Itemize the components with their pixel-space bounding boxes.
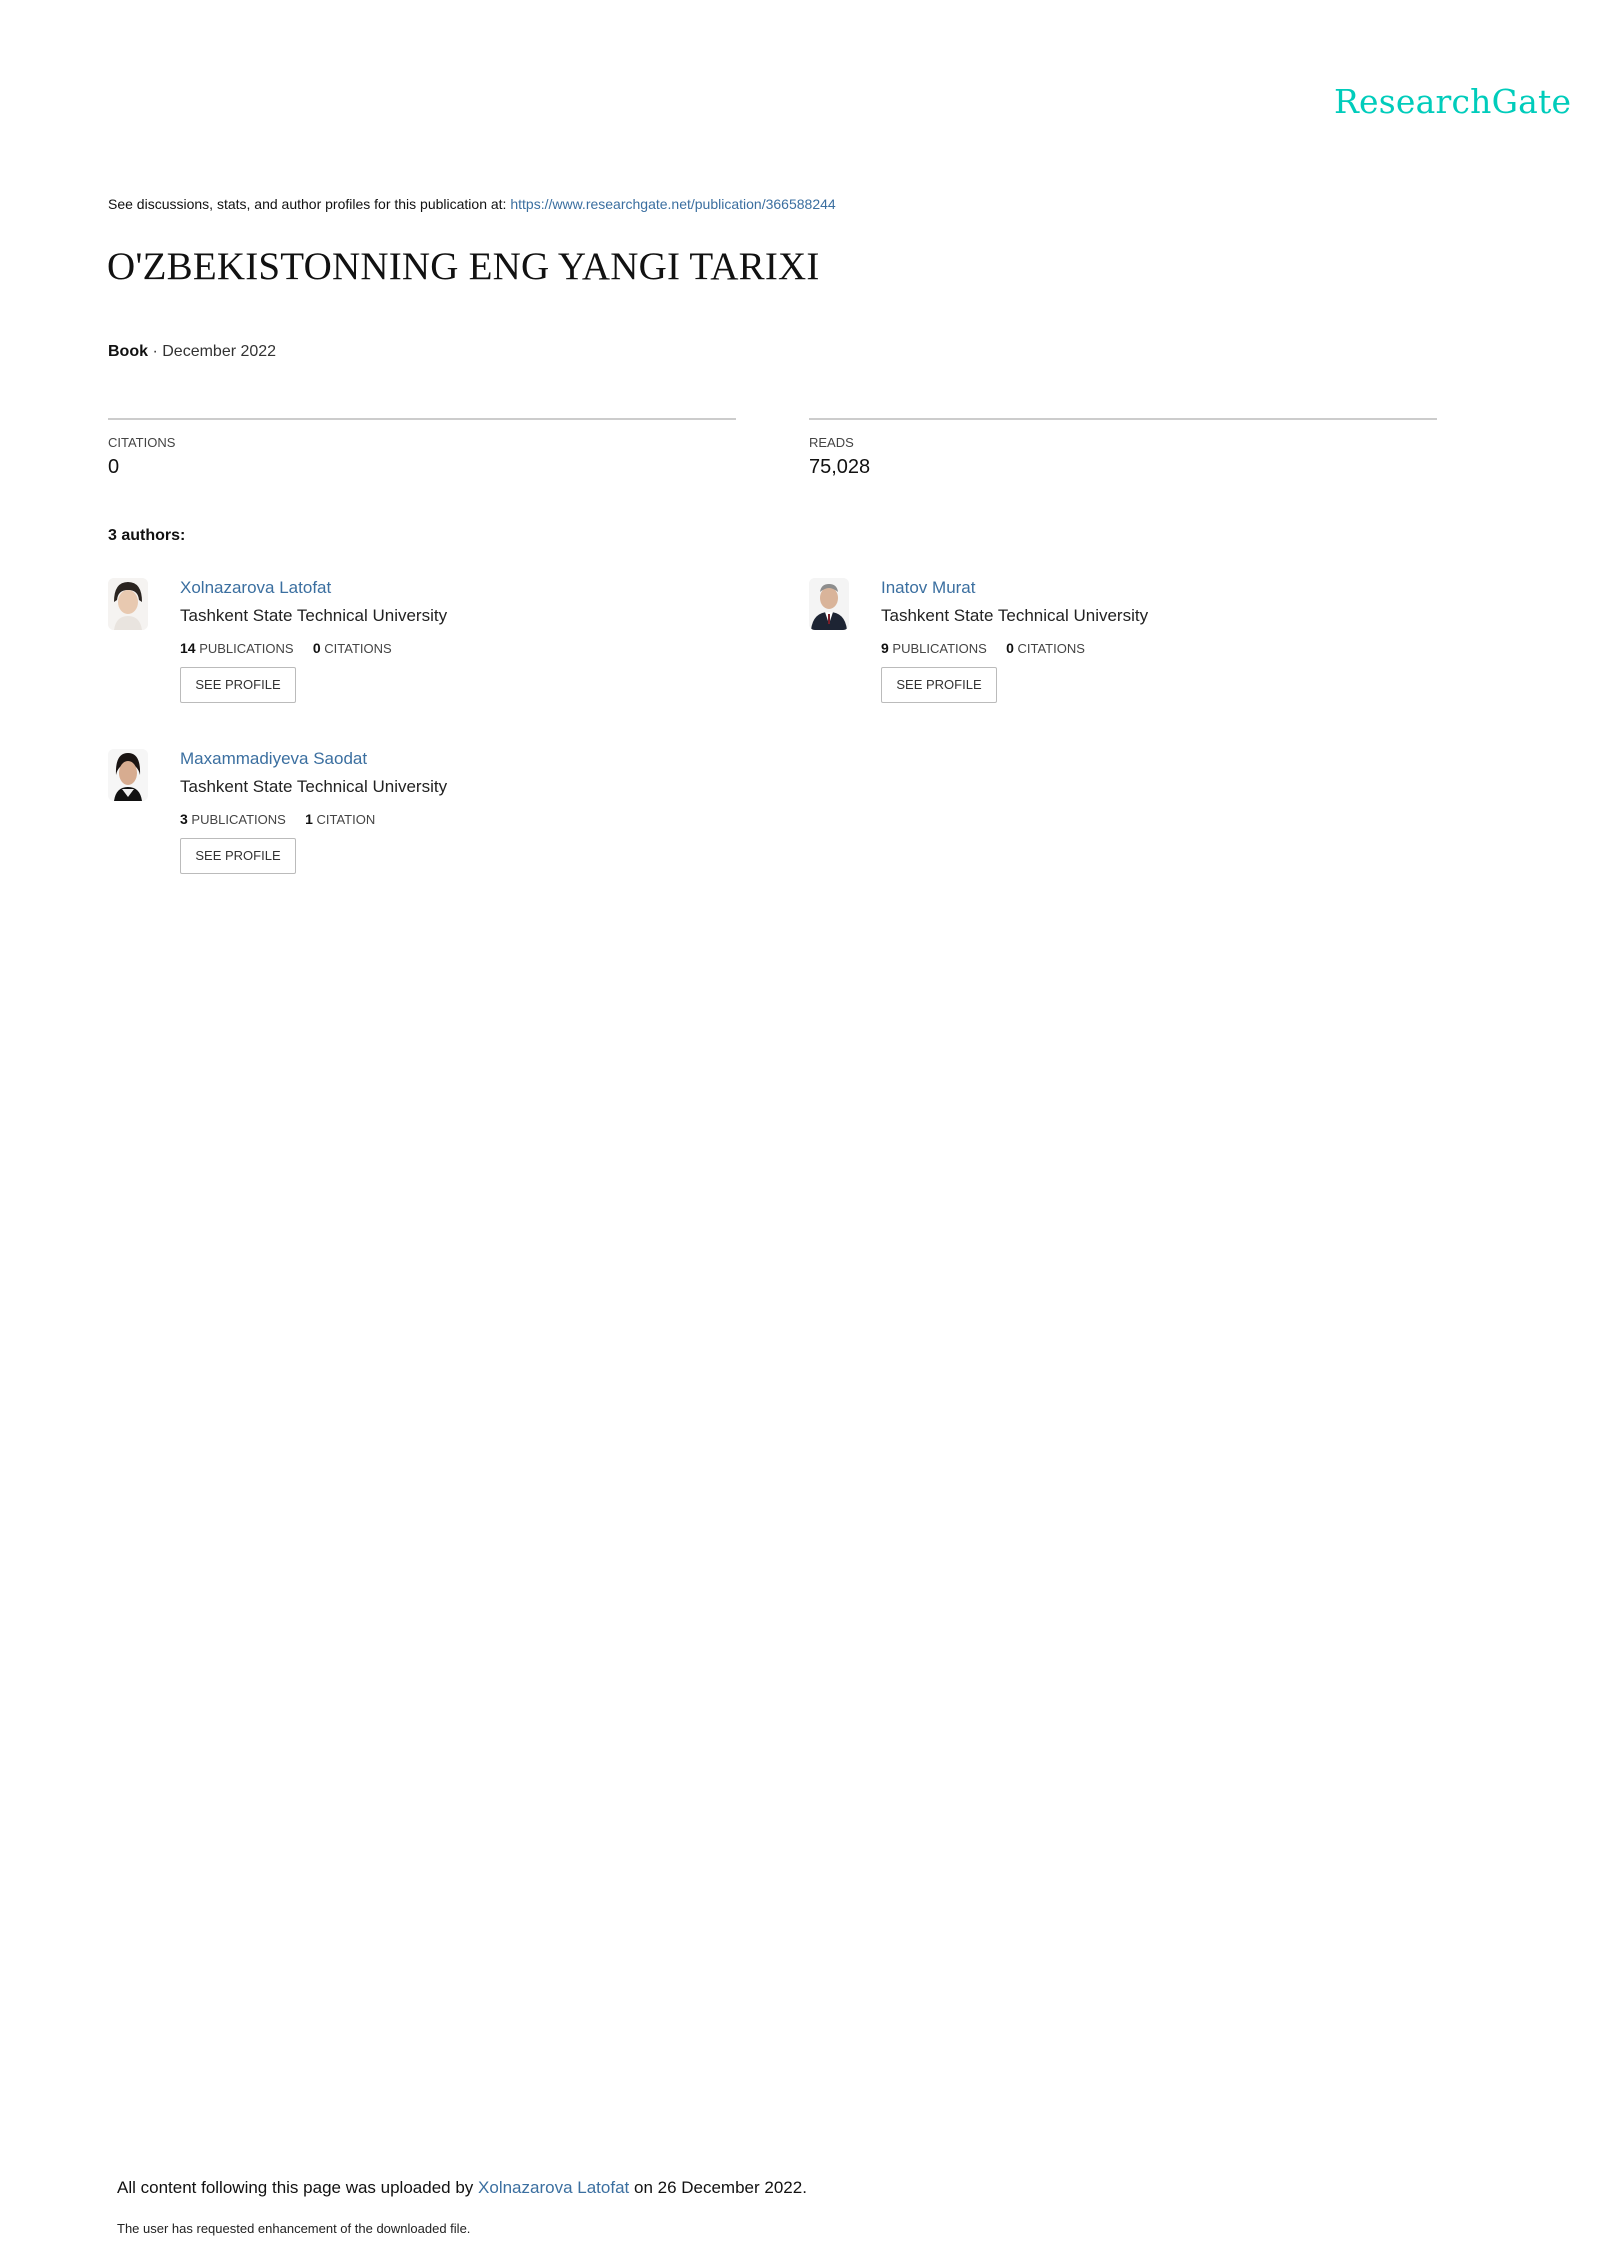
- citations-label: CITATIONS: [324, 641, 392, 656]
- upload-suffix: on 26 December 2022.: [633, 2178, 807, 2197]
- meta-separator: ·: [152, 343, 158, 360]
- see-profile-button[interactable]: SEE PROFILE: [180, 838, 296, 874]
- author-name-link[interactable]: Maxammadiyeva Saodat: [180, 749, 367, 769]
- discussion-line: See discussions, stats, and author profi…: [108, 196, 836, 212]
- author-stats: 3 PUBLICATIONS 1 CITATION: [180, 811, 375, 827]
- upload-prefix: All content following this page was uplo…: [117, 2178, 474, 2197]
- author-card: Inatov Murat Tashkent State Technical Un…: [809, 578, 1409, 738]
- avatar[interactable]: [108, 578, 148, 630]
- citations-count: 0: [1006, 640, 1014, 656]
- publication-meta: Book · December 2022: [108, 343, 276, 361]
- author-institution: Tashkent State Technical University: [180, 777, 448, 796]
- citations-label: CITATION: [316, 812, 376, 827]
- avatar[interactable]: [108, 749, 148, 801]
- citations-count: 1: [305, 811, 313, 827]
- citations-divider: [108, 418, 736, 420]
- publications-count: 3: [180, 811, 188, 827]
- citations-label: CITATIONS: [108, 435, 176, 450]
- discussion-text: See discussions, stats, and author profi…: [108, 196, 507, 212]
- publication-url-link[interactable]: https://www.researchgate.net/publication…: [510, 196, 835, 212]
- author-institution: Tashkent State Technical University: [180, 606, 448, 625]
- see-profile-button[interactable]: SEE PROFILE: [180, 667, 296, 703]
- publications-label: PUBLICATIONS: [892, 641, 987, 656]
- uploader-link[interactable]: Xolnazarova Latofat: [478, 2178, 629, 2197]
- enhancement-note: The user has requested enhancement of th…: [117, 2221, 471, 2236]
- author-institution: Tashkent State Technical University: [881, 606, 1149, 625]
- publications-label: PUBLICATIONS: [191, 812, 286, 827]
- citations-value: 0: [108, 456, 120, 478]
- author-stats: 14 PUBLICATIONS 0 CITATIONS: [180, 640, 392, 656]
- reads-value: 75,028: [809, 456, 871, 478]
- author-name-link[interactable]: Xolnazarova Latofat: [180, 578, 331, 598]
- reads-label: READS: [809, 435, 854, 450]
- see-profile-button[interactable]: SEE PROFILE: [881, 667, 997, 703]
- publications-count: 9: [881, 640, 889, 656]
- citations-label: CITATIONS: [1017, 641, 1085, 656]
- author-name-link[interactable]: Inatov Murat: [881, 578, 976, 598]
- avatar[interactable]: [809, 578, 849, 630]
- publications-count: 14: [180, 640, 196, 656]
- publication-title: O'ZBEKISTONNING ENG YANGI TARIXI: [107, 245, 820, 288]
- author-card: Maxammadiyeva Saodat Tashkent State Tech…: [108, 749, 708, 909]
- researchgate-logo[interactable]: ResearchGate: [1334, 82, 1571, 121]
- authors-heading: 3 authors:: [108, 527, 186, 544]
- citations-count: 0: [312, 640, 321, 656]
- publication-date: December 2022: [162, 343, 277, 360]
- author-card: Xolnazarova Latofat Tashkent State Techn…: [108, 578, 708, 738]
- reads-divider: [809, 418, 1437, 420]
- upload-notice: All content following this page was uplo…: [117, 2178, 807, 2198]
- author-stats: 9 PUBLICATIONS 0 CITATIONS: [881, 640, 1085, 656]
- publication-type: Book: [108, 343, 148, 360]
- publications-label: PUBLICATIONS: [199, 641, 294, 656]
